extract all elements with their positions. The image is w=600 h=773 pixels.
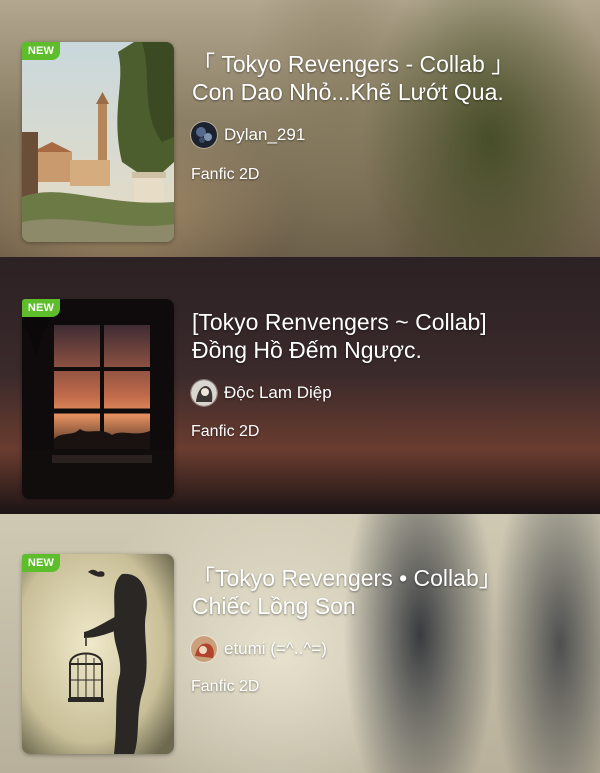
story-title[interactable]: 「Tokyo Revengers • Collab」 Chiếc Lồng So…	[192, 564, 588, 620]
story-title-line-1: 「Tokyo Revengers • Collab」	[192, 565, 502, 591]
avatar-character-icon	[191, 636, 217, 662]
story-title[interactable]: 「 Tokyo Revengers - Collab 」 Con Dao Nhỏ…	[192, 50, 588, 106]
avatar-dark-flower-icon	[191, 122, 217, 148]
story-category: Fanfic 2D	[191, 166, 260, 183]
window-sunset-silhouette-icon	[22, 299, 174, 499]
new-badge: NEW	[22, 554, 60, 572]
story-author[interactable]: etumi (=^..^=)	[191, 635, 327, 663]
author-avatar	[191, 636, 217, 662]
new-badge: NEW	[22, 42, 60, 60]
story-author[interactable]: Dylan_291	[191, 121, 305, 149]
painting-city-tower-icon	[22, 42, 174, 242]
story-category: Fanfic 2D	[191, 678, 260, 695]
story-title-line-2: Đồng Hồ Đếm Ngược.	[192, 337, 422, 363]
story-cover-image[interactable]	[22, 554, 174, 754]
avatar-character-icon	[191, 380, 217, 406]
author-name: Độc Lam Diệp	[224, 383, 332, 402]
author-avatar	[191, 122, 217, 148]
author-avatar	[191, 380, 217, 406]
story-title-line-1: [Tokyo Renvengers ~ Collab]	[192, 309, 487, 335]
birdcage-silhouette-icon	[22, 554, 174, 754]
story-card[interactable]: NEW 「 Tokyo Revengers - Collab 」 Con Dao…	[0, 0, 600, 257]
story-title[interactable]: [Tokyo Renvengers ~ Collab] Đồng Hồ Đếm …	[192, 308, 588, 364]
story-cover-image[interactable]	[22, 299, 174, 499]
author-name: Dylan_291	[224, 125, 306, 144]
story-cover-image[interactable]	[22, 42, 174, 242]
story-card[interactable]: NEW 「Tokyo Revengers • Collab」 Chiếc Lồn…	[0, 514, 600, 773]
new-badge: NEW	[22, 299, 60, 317]
story-title-line-1: 「 Tokyo Revengers - Collab 」	[192, 51, 515, 77]
story-author[interactable]: Độc Lam Diệp	[191, 379, 332, 407]
story-title-line-2: Con Dao Nhỏ...Khẽ Lướt Qua.	[192, 79, 504, 105]
author-name: etumi (=^..^=)	[224, 639, 327, 658]
story-category: Fanfic 2D	[191, 423, 260, 440]
story-title-line-2: Chiếc Lồng Son	[192, 593, 356, 619]
story-card[interactable]: NEW [Tokyo Renvengers ~ Collab] Đồng Hồ …	[0, 257, 600, 514]
